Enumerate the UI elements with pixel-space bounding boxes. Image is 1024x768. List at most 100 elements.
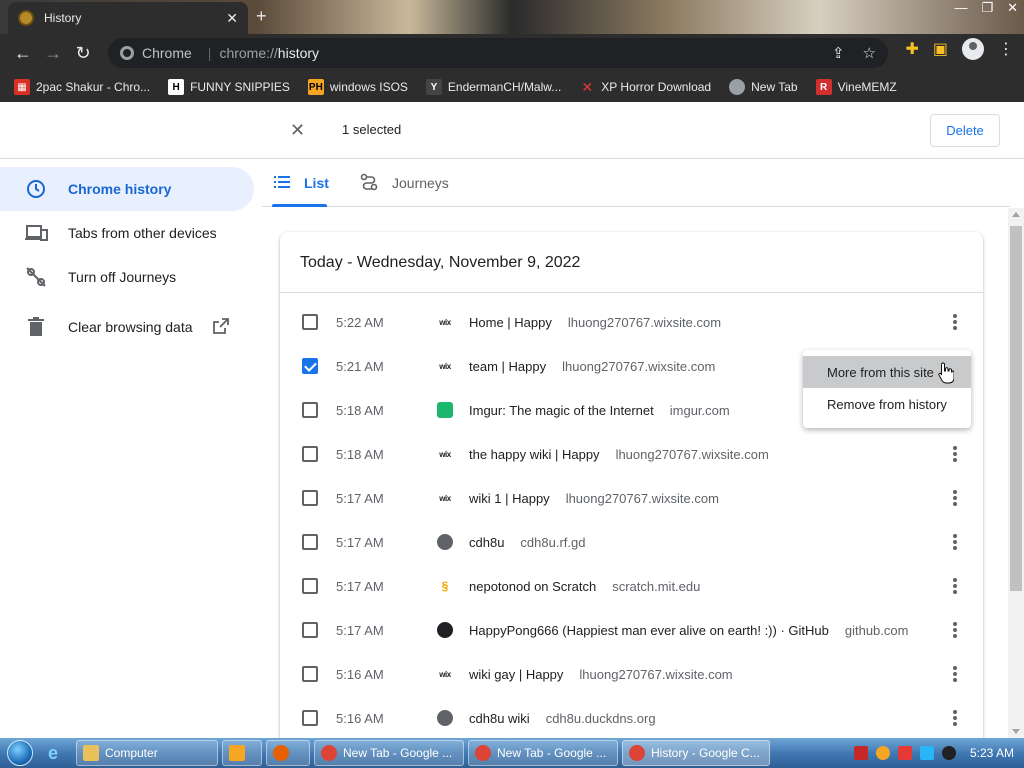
row-checkbox[interactable] (302, 534, 318, 550)
clear-selection-icon[interactable]: ✕ (290, 120, 305, 141)
ie-taskbar-icon[interactable]: e (44, 740, 72, 766)
more-actions-icon[interactable] (953, 444, 957, 464)
address-bar[interactable]: Chrome | chrome://history ⇪ ☆ (108, 38, 888, 68)
app-taskbar-icon[interactable] (266, 740, 310, 766)
clock: 5:23 AM (969, 746, 1014, 760)
bookmark-item[interactable]: R VineMEMZ (815, 79, 897, 95)
row-checkbox[interactable] (302, 622, 318, 638)
bookmark-item[interactable]: ✕ XP Horror Download (579, 79, 711, 95)
speaker-tray-icon[interactable] (941, 746, 956, 760)
history-entry-link[interactable]: cdh8u cdh8u.rf.gd (469, 535, 585, 550)
taskbar-item[interactable]: New Tab - Google ... (314, 740, 464, 766)
taskbar-item[interactable]: History - Google C... (622, 740, 770, 766)
history-row[interactable]: 5:17 AM wix wiki 1 | Happy lhuong270767.wix… (280, 476, 983, 520)
history-row[interactable]: 5:16 AM wix wiki gay | Happy lhuong270767.w… (280, 652, 983, 696)
forward-icon[interactable]: → (38, 38, 68, 68)
history-entry-link[interactable]: wiki gay | Happy lhuong270767.wixsite.com (469, 667, 733, 682)
tab-title: History (44, 11, 82, 25)
browser-toolbar: ← → ↻ Chrome | chrome://history ⇪ ☆ ✚ ▣ … (0, 34, 1024, 72)
extensions-icon[interactable]: ✚ (905, 39, 918, 59)
sidebar-item-chrome-history[interactable]: Chrome history (0, 167, 254, 211)
more-actions-icon[interactable] (953, 532, 957, 552)
remove-from-history-menu-item[interactable]: Remove from history (803, 388, 971, 420)
scroll-thumb[interactable] (1010, 226, 1022, 591)
history-entry-link[interactable]: the happy wiki | Happy lhuong270767.wixsi… (469, 447, 769, 462)
window-controls: — ❐ ✕ (954, 0, 1018, 16)
history-entry-link[interactable]: Home | Happy lhuong270767.wixsite.com (469, 315, 721, 330)
row-checkbox[interactable] (302, 314, 318, 330)
more-actions-icon[interactable] (953, 708, 957, 728)
bookmark-item[interactable]: PH windows ISOS (307, 79, 408, 95)
delete-button[interactable]: Delete (930, 114, 1000, 147)
tab-journeys[interactable]: Journeys (360, 159, 449, 207)
row-checkbox[interactable] (302, 490, 318, 506)
row-checkbox[interactable] (302, 578, 318, 594)
history-entry-link[interactable]: cdh8u wiki cdh8u.duckdns.org (469, 711, 656, 726)
history-entry-link[interactable]: nepotonod on Scratch scratch.mit.edu (469, 579, 700, 594)
flag-tray-icon[interactable] (897, 746, 912, 760)
app-icon: ▦ (14, 79, 30, 95)
bookmark-item[interactable]: New Tab (729, 79, 798, 95)
bookmark-item[interactable]: Y EndermanCH/Malw... (425, 79, 561, 95)
bookmark-item[interactable]: ▦ 2pac Shakur - Chro... (14, 79, 150, 95)
entry-domain: imgur.com (669, 402, 730, 418)
close-window-icon[interactable]: ✕ (1007, 0, 1018, 16)
sidebar-item-label: Clear browsing data (68, 319, 193, 335)
more-actions-icon[interactable] (953, 488, 957, 508)
more-actions-icon[interactable] (953, 620, 957, 640)
scroll-down-icon[interactable] (1012, 729, 1020, 734)
history-row[interactable]: 5:16 AM cdh8u wiki cdh8u.duckdns.org (280, 696, 983, 738)
profile-avatar-icon[interactable] (962, 38, 984, 60)
tab-close-icon[interactable]: ✕ (226, 10, 238, 27)
history-row[interactable]: 5:17 AM cdh8u cdh8u.rf.gd (280, 520, 983, 564)
media-taskbar-icon[interactable] (222, 740, 262, 766)
scroll-up-icon[interactable] (1012, 212, 1020, 217)
bookmark-label: New Tab (751, 80, 798, 94)
row-checkbox[interactable] (302, 710, 318, 726)
minimize-icon[interactable]: — (954, 0, 967, 16)
entry-title: cdh8u (469, 534, 505, 550)
history-row[interactable]: 5:18 AM wix the happy wiki | Happy lhuong27… (280, 432, 983, 476)
side-panel-icon[interactable]: ▣ (933, 39, 948, 59)
history-entry-link[interactable]: Imgur: The magic of the Internet imgur.co… (469, 403, 730, 418)
row-checkbox[interactable] (302, 402, 318, 418)
firefox-icon (273, 745, 289, 761)
more-actions-icon[interactable] (953, 664, 957, 684)
sidebar-item-tabs-other-devices[interactable]: Tabs from other devices (0, 211, 254, 255)
visit-time: 5:21 AM (336, 358, 384, 374)
back-icon[interactable]: ← (8, 38, 38, 68)
bookmark-star-icon[interactable]: ☆ (863, 44, 876, 62)
taskbar-item[interactable]: Computer (76, 740, 218, 766)
system-tray: 5:23 AM (844, 738, 1024, 768)
share-icon[interactable]: ⇪ (832, 44, 845, 62)
sidebar-item-turn-off-journeys[interactable]: Turn off Journeys (0, 255, 254, 299)
sidebar-item-clear-browsing-data[interactable]: Clear browsing data (0, 305, 254, 349)
more-actions-icon[interactable] (953, 312, 957, 332)
maximize-icon[interactable]: ❐ (981, 0, 993, 16)
row-checkbox[interactable] (302, 358, 318, 374)
v-tray-icon[interactable] (853, 746, 868, 760)
history-entry-link[interactable]: HappyPong666 (Happiest man ever alive on… (469, 623, 908, 638)
start-button[interactable] (0, 738, 40, 768)
row-checkbox[interactable] (302, 666, 318, 682)
history-entry-link[interactable]: wiki 1 | Happy lhuong270767.wixsite.com (469, 491, 719, 506)
scrollbar[interactable] (1008, 208, 1024, 738)
menu-kebab-icon[interactable]: ⋮ (998, 39, 1014, 59)
row-checkbox[interactable] (302, 446, 318, 462)
history-row[interactable]: 5:22 AM wix Home | Happy lhuong270767.wixsi… (280, 300, 983, 344)
reload-icon[interactable]: ↻ (68, 38, 98, 68)
more-actions-icon[interactable] (953, 576, 957, 596)
new-tab-icon[interactable]: + (256, 6, 267, 27)
history-tab-favicon-icon (18, 10, 34, 26)
monitor-tray-icon[interactable] (919, 746, 934, 760)
history-row[interactable]: 5:17 AM HappyPong666 (Happiest man ever a… (280, 608, 983, 652)
taskbar-item[interactable]: New Tab - Google ... (468, 740, 618, 766)
tab-list[interactable]: List (274, 159, 329, 207)
media-player-icon (229, 745, 245, 761)
entry-title: the happy wiki | Happy (469, 446, 600, 462)
search-tray-icon[interactable] (875, 746, 890, 760)
browser-tab[interactable]: History ✕ (8, 2, 248, 34)
bookmark-item[interactable]: H FUNNY SNIPPIES (168, 79, 290, 95)
history-row[interactable]: 5:17 AM § nepotonod on Scratch scratch.mit.… (280, 564, 983, 608)
history-entry-link[interactable]: team | Happy lhuong270767.wixsite.com (469, 359, 715, 374)
